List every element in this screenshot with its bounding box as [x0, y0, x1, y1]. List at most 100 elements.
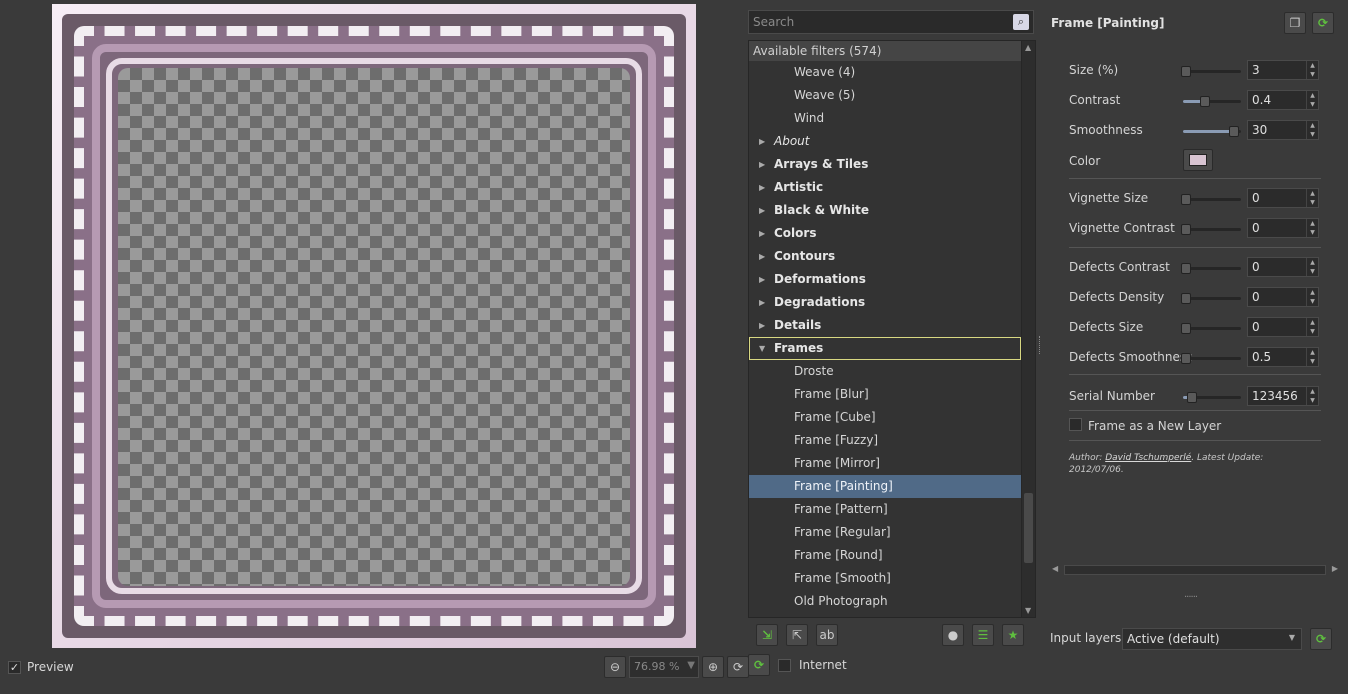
copy-command-button[interactable]: ❐ — [1284, 12, 1306, 34]
filter-item[interactable]: Frame [Smooth] — [749, 567, 1021, 590]
filter-item[interactable]: Frame [Cube] — [749, 406, 1021, 429]
chevron-right-icon[interactable]: ▶ — [759, 245, 765, 268]
filter-item[interactable]: Weave (4) — [749, 61, 1021, 84]
preview-checkbox[interactable]: ✓ — [8, 660, 21, 674]
rename-favorite-button[interactable]: ab — [816, 624, 838, 646]
slider-handle[interactable] — [1181, 353, 1191, 364]
scroll-down-icon[interactable]: ▼ — [1025, 606, 1031, 615]
slider-handle[interactable] — [1186, 392, 1197, 403]
param-spinbox[interactable]: 0.4 ▲ ▼ — [1247, 90, 1319, 110]
spin-arrows-icon[interactable]: ▲ ▼ — [1306, 387, 1318, 405]
scroll-right-icon[interactable]: ▶ — [1332, 564, 1338, 573]
filter-item[interactable]: Old Photograph — [749, 590, 1021, 613]
param-spinbox[interactable]: 30 ▲ ▼ — [1247, 120, 1319, 140]
filter-item[interactable]: Frame [Regular] — [749, 521, 1021, 544]
filter-category[interactable]: ▶ Details — [749, 314, 1021, 337]
add-favorite-button[interactable]: ⇲ — [756, 624, 778, 646]
spin-arrows-icon[interactable]: ▲ ▼ — [1306, 91, 1318, 109]
chevron-down-icon[interactable]: ▼ — [759, 337, 765, 360]
spin-arrows-icon[interactable]: ▲ ▼ — [1306, 288, 1318, 306]
visibility-toggle-button[interactable]: ● — [942, 624, 964, 646]
slider-handle[interactable] — [1181, 263, 1191, 274]
scroll-left-icon[interactable]: ◀ — [1052, 564, 1058, 573]
spin-arrows-icon[interactable]: ▲ ▼ — [1306, 318, 1318, 336]
expand-all-button[interactable]: ☰ — [972, 624, 994, 646]
zoom-in-button[interactable]: ⊕ — [702, 656, 724, 678]
spin-arrows-icon[interactable]: ▲ ▼ — [1306, 61, 1318, 79]
param-slider[interactable] — [1181, 323, 1241, 334]
filter-item[interactable]: Frame [Painting] — [749, 475, 1021, 498]
remove-favorite-button[interactable]: ⇱ — [786, 624, 808, 646]
param-slider[interactable] — [1183, 96, 1241, 107]
param-spinbox[interactable]: 3 ▲ ▼ — [1247, 60, 1319, 80]
filter-category[interactable]: ▶ Artistic — [749, 176, 1021, 199]
panel-splitter[interactable] — [1039, 336, 1042, 354]
internet-checkbox[interactable] — [778, 658, 791, 672]
chevron-right-icon[interactable]: ▶ — [759, 268, 765, 291]
filter-item[interactable]: Frame [Blur] — [749, 383, 1021, 406]
spin-arrows-icon[interactable]: ▲ ▼ — [1306, 348, 1318, 366]
scroll-up-icon[interactable]: ▲ — [1025, 43, 1031, 52]
filter-item[interactable]: Frame [Mirror] — [749, 452, 1021, 475]
resize-grip-icon[interactable]: ······ — [1184, 592, 1198, 603]
author-link[interactable]: David Tschumperlé — [1105, 453, 1191, 463]
tree-scrollbar[interactable]: ▲ ▼ — [1021, 41, 1035, 617]
filter-category[interactable]: ▶ Deformations — [749, 268, 1021, 291]
param-slider[interactable] — [1181, 353, 1241, 364]
filter-category[interactable]: ▶ Colors — [749, 222, 1021, 245]
param-slider[interactable] — [1181, 194, 1241, 205]
slider-handle[interactable] — [1181, 323, 1191, 334]
filter-item[interactable]: Droste — [749, 360, 1021, 383]
slider-handle[interactable] — [1200, 96, 1211, 107]
param-spinbox[interactable]: 0 ▲ ▼ — [1247, 317, 1319, 337]
param-spinbox[interactable]: 0 ▲ ▼ — [1247, 218, 1319, 238]
slider-handle[interactable] — [1181, 224, 1191, 235]
chevron-right-icon[interactable]: ▶ — [759, 291, 765, 314]
param-slider[interactable] — [1183, 392, 1241, 403]
params-hscrollbar[interactable]: ◀ ▶ — [1052, 564, 1338, 576]
filter-category[interactable]: ▶ About — [749, 130, 1021, 153]
search-input[interactable]: Search ⌕ — [748, 10, 1034, 34]
chevron-right-icon[interactable]: ▶ — [759, 153, 765, 176]
spin-arrows-icon[interactable]: ▲ ▼ — [1306, 258, 1318, 276]
zoom-field[interactable]: 76.98 % ▼ — [629, 656, 699, 678]
preview-toggle[interactable]: ✓ Preview — [8, 660, 74, 674]
param-slider[interactable] — [1181, 66, 1241, 77]
chevron-right-icon[interactable]: ▶ — [759, 199, 765, 222]
preview-image[interactable] — [52, 4, 696, 648]
param-spinbox[interactable]: 0 ▲ ▼ — [1247, 188, 1319, 208]
refresh-preview-button[interactable]: ⟳ — [727, 656, 749, 678]
slider-handle[interactable] — [1181, 194, 1191, 205]
chevron-right-icon[interactable]: ▶ — [759, 222, 765, 245]
param-spinbox[interactable]: 123456 ▲ ▼ — [1247, 386, 1319, 406]
filter-item[interactable]: Frame [Round] — [749, 544, 1021, 567]
hscroll-track[interactable] — [1064, 565, 1326, 575]
favorite-button[interactable]: ★ — [1002, 624, 1024, 646]
param-slider[interactable] — [1181, 293, 1241, 304]
param-slider[interactable] — [1183, 126, 1241, 137]
chevron-right-icon[interactable]: ▶ — [759, 176, 765, 199]
scroll-thumb[interactable] — [1024, 493, 1033, 563]
new-layer-checkbox[interactable] — [1069, 418, 1082, 431]
new-layer-row[interactable]: Frame as a New Layer — [1069, 416, 1321, 438]
filter-item[interactable]: Wind — [749, 107, 1021, 130]
color-picker-button[interactable] — [1183, 149, 1213, 171]
refresh-layers-button[interactable]: ⟳ — [1310, 628, 1332, 650]
filter-tree[interactable]: Available filters (574) Weave (4) Weave (… — [748, 40, 1036, 618]
filter-item[interactable]: Frame [Fuzzy] — [749, 429, 1021, 452]
spin-arrows-icon[interactable]: ▲ ▼ — [1306, 189, 1318, 207]
param-slider[interactable] — [1181, 224, 1241, 235]
chevron-right-icon[interactable]: ▶ — [759, 314, 765, 337]
filter-item[interactable]: Weave (5) — [749, 84, 1021, 107]
filter-category[interactable]: ▼ Frames — [749, 337, 1021, 360]
filter-category[interactable]: ▶ Black & White — [749, 199, 1021, 222]
spin-arrows-icon[interactable]: ▲ ▼ — [1306, 121, 1318, 139]
filter-item[interactable]: Frame [Pattern] — [749, 498, 1021, 521]
slider-handle[interactable] — [1229, 126, 1239, 137]
param-slider[interactable] — [1181, 263, 1241, 274]
param-spinbox[interactable]: 0.5 ▲ ▼ — [1247, 347, 1319, 367]
slider-handle[interactable] — [1181, 293, 1191, 304]
update-filters-button[interactable]: ⟳ — [748, 654, 770, 676]
spin-arrows-icon[interactable]: ▲ ▼ — [1306, 219, 1318, 237]
param-spinbox[interactable]: 0 ▲ ▼ — [1247, 287, 1319, 307]
